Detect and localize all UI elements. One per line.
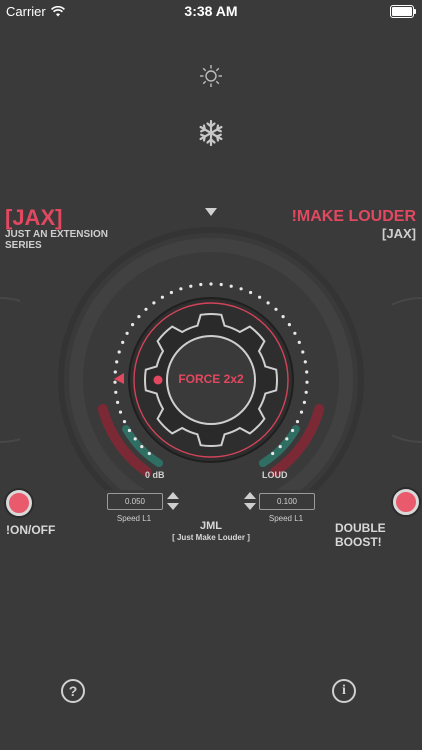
level-dot [140,445,144,449]
right-speed-stepper-icon[interactable] [243,491,257,511]
left-speed-field[interactable]: 0.050 [107,493,163,510]
level-dot [152,301,156,305]
level-dot [160,295,164,299]
snowflake-icon[interactable] [197,119,225,147]
level-dot [115,360,119,364]
clock: 3:38 AM [184,3,238,19]
knob-max-label: LOUD [262,470,288,480]
level-dot [116,400,120,404]
level-dot [199,282,203,287]
level-dot [287,323,291,327]
level-dot [271,451,275,456]
center-subtitle: [ Just Make Louder ] [172,533,250,542]
double-boost-label: DOUBLE BOOST! [335,521,386,549]
level-dot [249,290,253,295]
level-dot [131,323,135,327]
onoff-button[interactable] [6,490,32,516]
level-dot [305,380,309,384]
level-dot [147,451,151,456]
info-button[interactable]: i [332,679,356,703]
level-dot [291,428,295,433]
level-dot [285,437,289,441]
battery-icon [390,5,416,18]
left-side-dial [0,297,20,443]
level-dot [305,370,309,374]
level-dot [258,295,262,299]
help-button[interactable]: ? [61,679,85,703]
level-dot [219,282,223,287]
double-boost-button[interactable] [393,489,419,515]
level-dot [179,287,183,291]
level-dot [114,390,118,394]
level-dot [133,437,137,441]
level-dot [274,307,278,311]
level-dot [144,307,148,311]
level-dot [297,340,301,344]
sun-icon[interactable] [199,64,223,88]
right-side-dial [392,297,422,443]
level-dot [229,284,233,288]
center-title: JML [200,520,222,532]
level-dot [303,360,307,364]
level-dot [281,315,285,319]
onoff-label: !ON/OFF [6,523,56,537]
level-dot [266,301,270,305]
level-dot [304,390,308,394]
left-speed-stepper-icon[interactable] [166,491,180,511]
level-dot [137,315,141,319]
knob-label[interactable]: FORCE 2x2 [161,372,261,386]
knob-assembly [58,227,364,490]
status-bar: Carrier 3:38 AM [0,0,422,22]
triangle-down-icon [205,208,217,216]
level-dot [209,282,213,286]
level-dot [302,400,306,404]
level-dot [113,370,117,374]
level-dot [113,380,117,384]
level-dot [127,428,131,433]
level-dot [301,350,305,354]
level-dot [278,445,282,449]
level-dot [189,284,193,288]
level-dot [295,420,300,424]
level-dot [125,331,129,335]
level-dot [239,287,243,291]
level-dot [293,331,297,335]
level-dot [169,290,173,295]
right-speed-field[interactable]: 0.100 [259,493,315,510]
level-dot [118,410,123,414]
level-dot [121,340,125,344]
level-dot [299,410,304,414]
level-dot [122,420,127,424]
knob-min-label: 0 dB [145,470,165,480]
level-dot [117,350,121,354]
